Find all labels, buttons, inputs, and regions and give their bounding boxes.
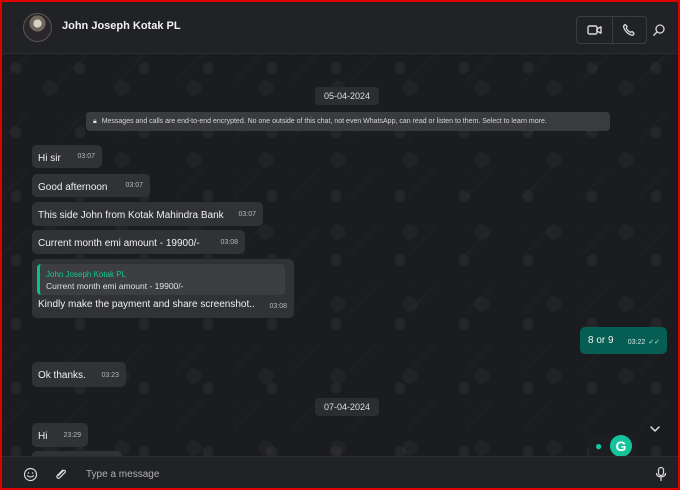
message-time: 03:07 [125, 182, 143, 189]
message-time-text: 03:22 [627, 339, 646, 346]
message-bubble[interactable]: This side John from Kotak Mahindra Bank … [32, 202, 263, 226]
message-text: 8 or 9 [588, 335, 614, 346]
voice-call-button[interactable] [611, 17, 647, 43]
chat-history[interactable]: 05-04-2024 🔒︎ Messages and calls are end… [2, 54, 678, 456]
message-time: 03:23 [101, 372, 119, 379]
message-bubble[interactable]: Ok thanks. 03:23 [32, 362, 126, 387]
chevron-down-icon [650, 426, 660, 432]
message-text: This side John from Kotak Mahindra Bank [38, 210, 224, 221]
message-input[interactable] [86, 464, 616, 484]
date-separator: 05-04-2024 [315, 87, 380, 105]
encryption-notice-text: Messages and calls are end-to-end encryp… [101, 118, 547, 125]
emoji-button[interactable] [22, 466, 38, 482]
message-text: Current month emi amount - 19900/- [38, 238, 200, 249]
message-time: 03:08 [220, 239, 238, 246]
phone-icon [623, 23, 635, 36]
encryption-notice[interactable]: 🔒︎ Messages and calls are end-to-end enc… [86, 112, 610, 131]
message-bubble[interactable]: Current month emi amount - 19900/- 03:08 [32, 230, 245, 254]
message-bubble[interactable]: Hi sir 03:07 [32, 145, 102, 168]
contact-name[interactable]: John Joseph Kotak PL [62, 20, 181, 32]
lock-icon: 🔒︎ [93, 118, 97, 125]
message-text: Good afternoon [38, 182, 108, 193]
message-time: 03:08 [269, 303, 287, 310]
microphone-icon [655, 466, 667, 482]
whatsapp-window: John Joseph Kotak PL 05-04-2024 🔒︎ Messa… [2, 2, 678, 488]
message-text: Ok thanks. [38, 370, 86, 381]
search-button[interactable] [650, 21, 668, 39]
quoted-text: Current month emi amount - 19900/- [46, 281, 184, 291]
contact-avatar[interactable] [23, 13, 52, 42]
message-bubble[interactable]: Hi 23:29 [32, 423, 88, 447]
message-bubble[interactable]: Good afternoon 03:07 [32, 174, 150, 197]
quoted-message[interactable]: John Joseph Kotak PL Current month emi a… [37, 264, 285, 295]
lightbulb-icon: ● [595, 439, 603, 453]
chat-header: John Joseph Kotak PL [2, 2, 678, 54]
smile-icon [23, 467, 37, 481]
outgoing-message-bubble[interactable]: 8 or 9 03:22 ✓✓ [580, 327, 667, 354]
double-check-icon: ✓✓ [648, 339, 660, 346]
date-separator: 07-04-2024 [315, 398, 380, 416]
grammarly-badge[interactable]: ● G [589, 434, 634, 458]
video-camera-icon [587, 25, 602, 35]
message-text: Hi sir [38, 153, 61, 164]
scroll-to-bottom-button[interactable] [646, 420, 664, 438]
message-time: 03:07 [238, 211, 256, 218]
voice-message-button[interactable] [653, 466, 669, 482]
message-composer [2, 456, 678, 488]
message-time: 03:07 [77, 153, 95, 160]
call-buttons [576, 16, 647, 44]
message-text: Hi [38, 431, 48, 442]
attach-button[interactable] [53, 466, 69, 482]
paperclip-icon [55, 469, 66, 479]
grammarly-icon: G [610, 435, 632, 457]
reply-message-bubble[interactable]: John Joseph Kotak PL Current month emi a… [32, 259, 294, 318]
search-icon [653, 24, 665, 36]
message-time: 03:22 ✓✓ [628, 336, 660, 350]
message-time: 23:29 [63, 432, 81, 439]
message-text: Kindly make the payment and share screen… [38, 299, 255, 310]
video-call-button[interactable] [577, 17, 612, 43]
